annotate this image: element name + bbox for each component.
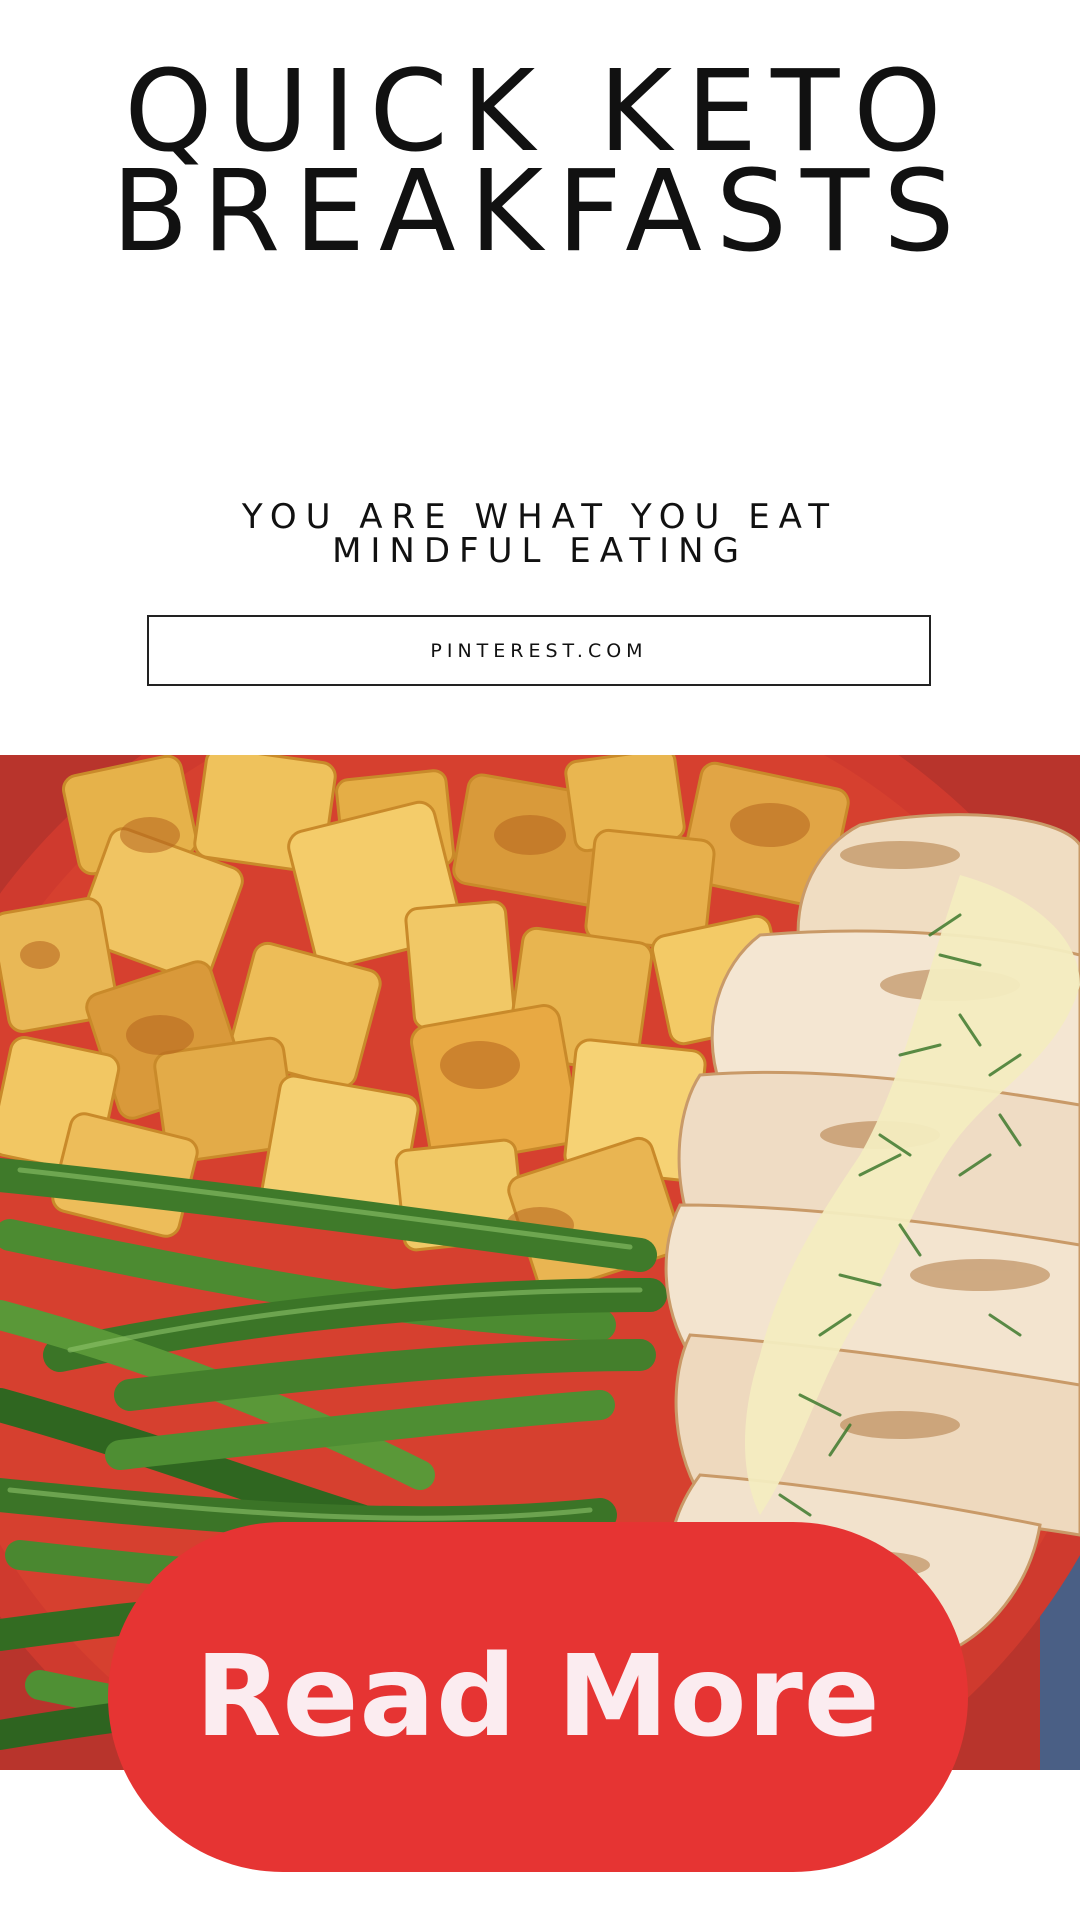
read-more-button[interactable]: Read More <box>108 1522 968 1872</box>
source-link[interactable]: PINTEREST.COM <box>147 615 931 686</box>
title-line-2: BREAKFASTS <box>111 147 969 277</box>
tagline-line-1: YOU ARE WHAT YOU EAT <box>241 497 839 537</box>
page-title: QUICK KETO BREAKFASTS <box>0 56 1080 277</box>
tagline-line-2: MINDFUL EATING <box>332 531 748 571</box>
tagline: YOU ARE WHAT YOU EAT MINDFUL EATING <box>0 500 1080 568</box>
